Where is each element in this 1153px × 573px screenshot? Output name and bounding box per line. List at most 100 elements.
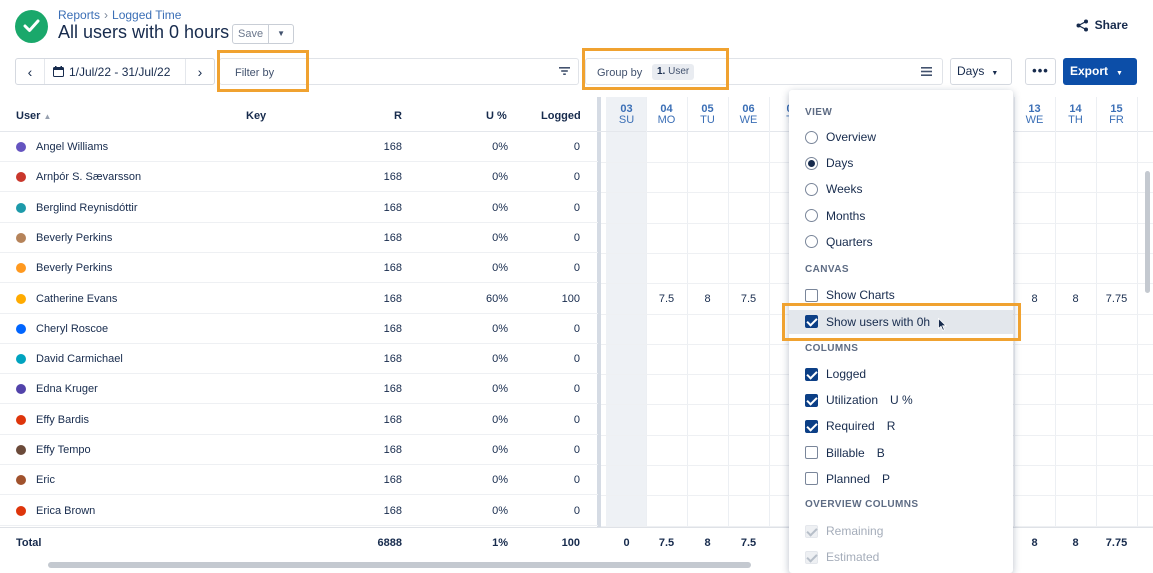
column-option-billable[interactable]: Billable B [805, 444, 885, 462]
table-row[interactable]: Catherine Evans 168 60% 100 [0, 284, 598, 314]
day-cell-value[interactable]: 8 [1055, 293, 1096, 305]
radio-icon[interactable] [805, 209, 818, 223]
user-name[interactable]: Arnþór S. Sævarsson [36, 171, 141, 183]
radio-icon[interactable] [805, 130, 818, 144]
day-cell-value[interactable]: 8 [1014, 293, 1055, 305]
view-option-days[interactable]: Days [805, 154, 853, 172]
column-option-utilization[interactable]: Utilization U % [805, 391, 913, 409]
save-button[interactable]: Save [233, 25, 270, 43]
vertical-scrollbar[interactable] [1145, 171, 1150, 293]
required-value: 168 [383, 414, 402, 426]
share-button[interactable]: Share [1076, 18, 1128, 32]
table-row[interactable]: Edna Kruger 168 0% 0 [0, 374, 598, 404]
table-row[interactable]: Berglind Reynisdóttir 168 0% 0 [0, 193, 598, 223]
date-range-picker[interactable]: 1/Jul/22 - 31/Jul/22 [44, 59, 186, 84]
user-name[interactable]: Effy Tempo [36, 444, 91, 456]
view-option-quarters[interactable]: Quarters [805, 233, 873, 251]
column-header-logged[interactable]: Logged [541, 110, 581, 122]
table-row[interactable]: Effy Tempo 168 0% 0 [0, 435, 598, 465]
utilization-value: 60% [485, 293, 508, 305]
view-option-overview[interactable]: Overview [805, 128, 876, 146]
group-chip-order: 1. [657, 66, 666, 77]
table-row[interactable]: Cheryl Roscoe 168 0% 0 [0, 314, 598, 344]
utilization-value: 0% [492, 353, 508, 365]
total-day-value: 7.5 [658, 537, 675, 549]
checkbox-icon[interactable] [805, 472, 818, 486]
user-name[interactable]: Catherine Evans [36, 293, 117, 305]
column-header-required[interactable]: R [394, 110, 402, 122]
column-header-user[interactable]: User ▲ [16, 110, 51, 122]
total-day-value: 7.75 [1105, 537, 1128, 549]
next-period-icon[interactable]: › [186, 64, 214, 80]
table-row[interactable]: Erica Brown 168 0% 0 [0, 496, 598, 526]
user-name[interactable]: Cheryl Roscoe [36, 323, 108, 335]
checkbox-icon[interactable] [805, 419, 818, 433]
user-name[interactable]: Beverly Perkins [36, 262, 112, 274]
column-header-utilization[interactable]: U % [486, 110, 507, 122]
logged-value: 0 [573, 262, 580, 274]
show-users-0h-option[interactable]: Show users with 0h [805, 313, 930, 331]
user-name[interactable]: Angel Williams [36, 141, 108, 153]
checkbox-icon[interactable] [805, 367, 818, 381]
user-name[interactable]: David Carmichael [36, 353, 123, 365]
required-value: 168 [383, 444, 402, 456]
day-cell-value[interactable]: 8 [687, 293, 728, 305]
table-row[interactable]: David Carmichael 168 0% 0 [0, 344, 598, 374]
day-cell-value[interactable]: 7.75 [1096, 293, 1137, 305]
radio-icon[interactable] [805, 235, 818, 249]
chevron-down-icon: ▼ [1116, 70, 1123, 77]
checkbox-icon [805, 524, 818, 538]
day-column-header: 04 MO [657, 103, 676, 126]
utilization-value: 0% [492, 232, 508, 244]
total-utilization: 1% [492, 537, 508, 549]
column-option-logged[interactable]: Logged [805, 365, 878, 383]
day-cell-value[interactable]: 7.5 [646, 293, 687, 305]
user-name[interactable]: Erica Brown [36, 505, 95, 517]
day-cell-value[interactable]: 7.5 [728, 293, 769, 305]
table-row[interactable]: Beverly Perkins 168 0% 0 [0, 223, 598, 253]
required-value: 168 [383, 262, 402, 274]
table-row[interactable]: Angel Williams 168 0% 0 [0, 132, 598, 162]
user-name[interactable]: Eric [36, 474, 55, 486]
radio-icon[interactable] [805, 156, 818, 170]
avatar [16, 233, 26, 243]
logged-value: 0 [573, 383, 580, 395]
column-header-key[interactable]: Key [246, 110, 266, 122]
user-name[interactable]: Effy Bardis [36, 414, 89, 426]
group-by-selector[interactable]: Group by 1. User [585, 58, 943, 85]
more-options-button[interactable]: ••• [1025, 58, 1056, 85]
column-option-planned[interactable]: Planned P [805, 470, 890, 488]
required-value: 168 [383, 505, 402, 517]
table-row[interactable]: Arnþór S. Sævarsson 168 0% 0 [0, 162, 598, 192]
column-option-required[interactable]: Required R [805, 417, 895, 435]
save-options-chevron-icon[interactable]: ▼ [269, 25, 293, 43]
checkbox-icon[interactable] [805, 288, 818, 302]
filter-icon[interactable] [559, 66, 570, 76]
show-charts-option[interactable]: Show Charts [805, 286, 895, 304]
user-name[interactable]: Berglind Reynisdóttir [36, 202, 138, 214]
save-group: Save ▼ [232, 24, 295, 44]
radio-icon[interactable] [805, 182, 818, 196]
view-mode-dropdown[interactable]: Days ▼ [950, 58, 1012, 85]
breadcrumb-reports[interactable]: Reports [58, 8, 100, 22]
view-option-weeks[interactable]: Weeks [805, 180, 862, 198]
checkbox-icon[interactable] [805, 315, 818, 328]
filter-input[interactable]: Filter by [219, 58, 579, 85]
required-value: 168 [383, 323, 402, 335]
table-row[interactable]: Beverly Perkins 168 0% 0 [0, 253, 598, 283]
checkbox-icon[interactable] [805, 393, 818, 407]
export-button[interactable]: Export ▼ [1063, 58, 1137, 85]
view-option-months[interactable]: Months [805, 207, 865, 225]
user-name[interactable]: Beverly Perkins [36, 232, 112, 244]
table-row[interactable]: Effy Bardis 168 0% 0 [0, 405, 598, 435]
checkbox-icon[interactable] [805, 446, 818, 460]
total-day-value: 8 [704, 537, 711, 549]
table-row[interactable]: Eric 168 0% 0 [0, 465, 598, 495]
breadcrumb-logged-time[interactable]: Logged Time [112, 8, 181, 22]
avatar [16, 475, 26, 485]
horizontal-scrollbar[interactable] [48, 562, 751, 568]
group-by-chip[interactable]: 1. User [652, 64, 695, 80]
menu-lines-icon[interactable] [921, 67, 932, 76]
user-name[interactable]: Edna Kruger [36, 383, 98, 395]
previous-period-icon[interactable]: ‹ [16, 64, 44, 80]
